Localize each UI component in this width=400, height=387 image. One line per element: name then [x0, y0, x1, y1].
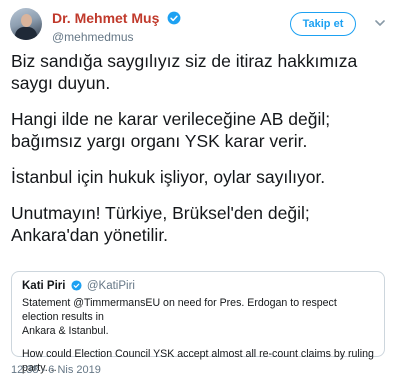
avatar-suit — [15, 27, 37, 40]
follow-button[interactable]: Takip et — [290, 12, 356, 36]
author-block: Dr. Mehmet Muş @mehmedmus — [52, 9, 181, 44]
tweet-paragraph: Biz sandığa saygılıyız siz de itiraz hak… — [11, 51, 358, 93]
tweet-text: Biz sandığa saygılıyız siz de itiraz hak… — [11, 50, 391, 260]
verified-badge-icon — [167, 11, 181, 25]
quoted-author-handle: @KatiPiri — [86, 280, 135, 292]
verified-badge-icon — [71, 280, 82, 291]
author-display-name[interactable]: Dr. Mehmet Muş — [52, 10, 159, 26]
quoted-tweet-header: Kati Piri @KatiPiri — [22, 279, 374, 293]
chevron-down-icon[interactable] — [374, 17, 386, 29]
avatar[interactable] — [10, 8, 42, 40]
tweet-paragraph: İstanbul için hukuk işliyor, oylar sayıl… — [11, 167, 326, 187]
tweet-paragraph: Unutmayın! Türkiye, Brüksel'den değil; A… — [11, 203, 310, 245]
tweet-header: Dr. Mehmet Muş @mehmedmus Takip et — [0, 0, 400, 50]
tweet-timestamp[interactable]: 12:38 - 6 Nis 2019 — [11, 364, 101, 376]
tweet-paragraph: Hangi ilde ne karar verileceğine AB deği… — [11, 109, 331, 151]
author-handle[interactable]: @mehmedmus — [52, 30, 181, 44]
avatar-face — [21, 14, 32, 27]
quoted-author-name: Kati Piri — [22, 280, 66, 292]
quoted-tweet-card[interactable]: Kati Piri @KatiPiri Statement @Timmerman… — [11, 271, 385, 374]
quoted-tweet-text-1: Statement @TimmermansEU on need for Pres… — [22, 297, 337, 337]
